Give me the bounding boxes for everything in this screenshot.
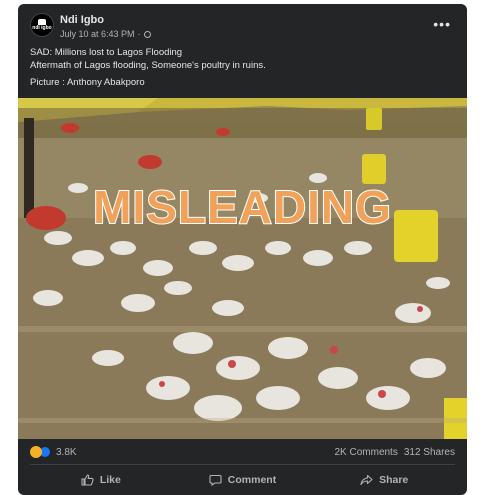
globe-icon (143, 30, 151, 38)
separator: · (137, 29, 141, 39)
shares-count[interactable]: 312 Shares (404, 447, 455, 458)
post-card: ndi igbo Ndi Igbo July 10 at 6:43 PM · •… (18, 4, 467, 495)
comment-icon (209, 474, 222, 486)
avatar[interactable]: ndi igbo (30, 13, 54, 37)
engagement-counts: 2K Comments 312 Shares (334, 447, 455, 458)
reactions-summary[interactable]: 3.8K (30, 446, 77, 458)
caption-line-1: SAD: Millions lost to Lagos Flooding (30, 47, 183, 58)
post-meta: July 10 at 6:43 PM · (60, 29, 151, 39)
sad-reaction-icon (30, 446, 42, 458)
comment-label: Comment (227, 474, 277, 486)
flooded-poultry-farm-image (18, 98, 467, 439)
caption-credit: Picture : Anthony Abakporo (30, 77, 145, 88)
post-photo[interactable]: MISLEADING (18, 98, 467, 439)
comment-button[interactable]: Comment (172, 466, 314, 494)
comments-count[interactable]: 2K Comments (334, 447, 397, 458)
caption-line-2: Aftermath of Lagos flooding, Someone's p… (30, 60, 266, 71)
more-icon[interactable]: ••• (433, 16, 451, 32)
reaction-count: 3.8K (56, 446, 77, 458)
like-label: Like (99, 474, 121, 486)
like-icon (81, 474, 94, 486)
divider (30, 464, 455, 465)
post-caption: SAD: Millions lost to Lagos Flooding Aft… (30, 46, 455, 89)
share-icon (360, 474, 373, 486)
avatar-logo-text: ndi igbo (32, 25, 52, 31)
post-stats: 3.8K 2K Comments 312 Shares (18, 441, 467, 463)
post-actions: Like Comment Share (30, 466, 455, 494)
timestamp[interactable]: July 10 at 6:43 PM (60, 29, 135, 39)
share-label: Share (379, 474, 409, 486)
share-button[interactable]: Share (313, 466, 455, 494)
misleading-stamp: MISLEADING (92, 180, 392, 234)
page-name[interactable]: Ndi Igbo (60, 14, 104, 26)
like-button[interactable]: Like (30, 466, 172, 494)
post-header: ndi igbo Ndi Igbo July 10 at 6:43 PM · •… (18, 4, 467, 44)
